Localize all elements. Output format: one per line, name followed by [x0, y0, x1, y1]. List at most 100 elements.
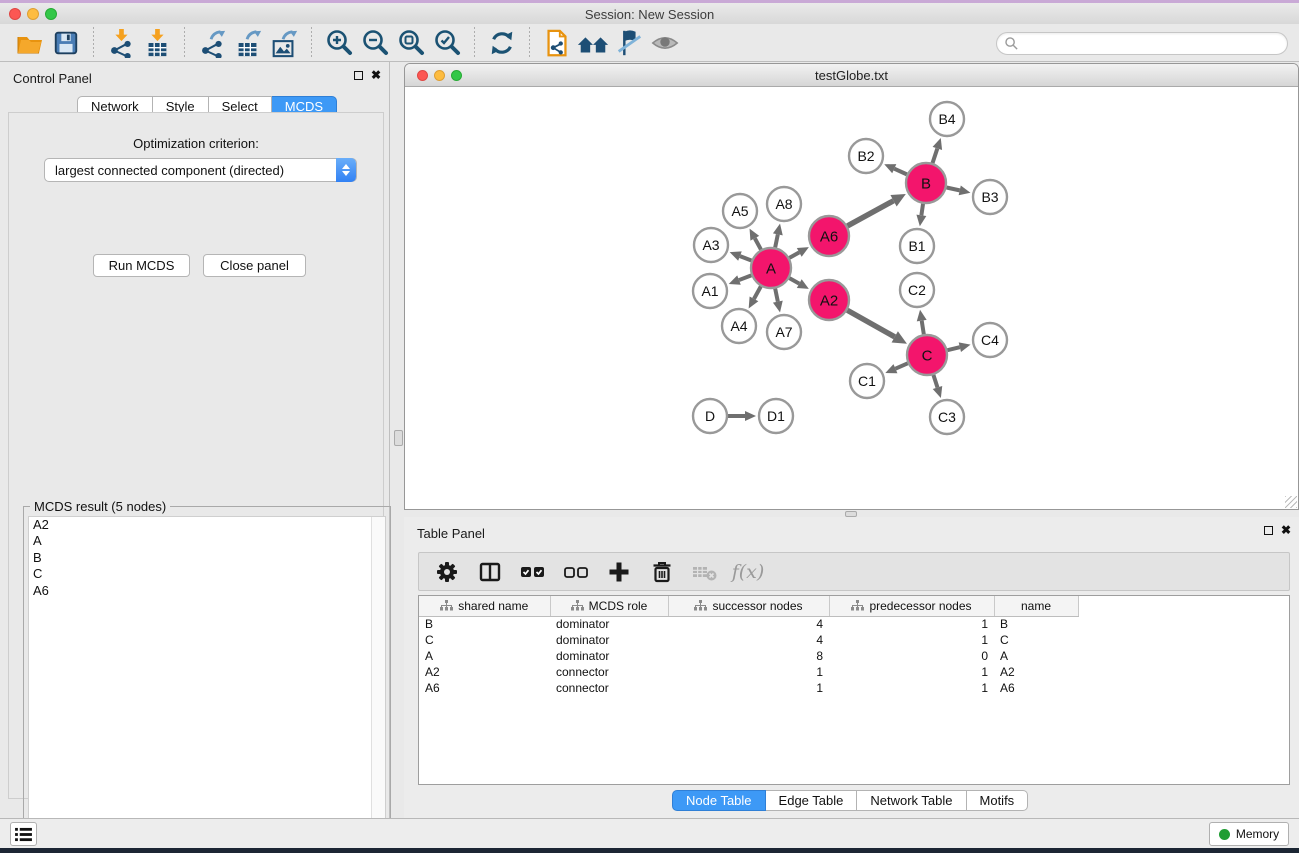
column-header-successor-nodes[interactable]: successor nodes	[668, 596, 829, 616]
edge-A-A7[interactable]	[775, 289, 778, 302]
save-session-icon	[52, 29, 80, 57]
mcds-result-list[interactable]: A2ABCA6	[28, 516, 386, 844]
column-header-name[interactable]: name	[994, 596, 1078, 616]
close-table-panel-icon[interactable]: ✖	[1281, 525, 1291, 536]
graphics-details-button[interactable]	[611, 26, 647, 60]
result-list-item[interactable]: B	[29, 550, 385, 566]
edge-A-A2[interactable]	[789, 278, 799, 283]
edge-B-B1[interactable]	[921, 204, 923, 216]
result-list-scrollbar[interactable]	[371, 517, 385, 843]
edge-A6-B[interactable]	[847, 201, 893, 226]
table-tab-edge-table[interactable]: Edge Table	[766, 790, 858, 811]
edge-C-C2[interactable]	[922, 321, 924, 335]
delete-column-button[interactable]	[648, 558, 676, 586]
node-label-D1: D1	[767, 408, 785, 424]
search-input[interactable]	[1019, 35, 1287, 53]
edge-B-B3[interactable]	[947, 187, 960, 190]
new-network-from-selection-button[interactable]	[539, 26, 575, 60]
float-panel-icon[interactable]	[354, 71, 363, 80]
export-image-icon	[269, 28, 299, 58]
control-panel-title: Control Panel	[13, 71, 92, 86]
refresh-button[interactable]	[484, 26, 520, 60]
zoom-in-button[interactable]	[321, 26, 357, 60]
export-image-button[interactable]	[266, 26, 302, 60]
task-history-button[interactable]	[10, 822, 37, 846]
node-label-B2: B2	[857, 148, 874, 164]
table-cell: 1	[829, 616, 994, 632]
home-button[interactable]	[575, 26, 611, 60]
edge-B-B2[interactable]	[894, 169, 907, 175]
edge-C-C4[interactable]	[947, 347, 959, 350]
dropdown-stepper-icon	[336, 158, 356, 182]
export-network-button[interactable]	[194, 26, 230, 60]
edge-A-A4[interactable]	[754, 286, 761, 298]
add-column-button[interactable]	[605, 558, 633, 586]
network-window-titlebar[interactable]: testGlobe.txt	[405, 64, 1298, 87]
result-list-item[interactable]: C	[29, 566, 385, 582]
column-header-predecessor-nodes[interactable]: predecessor nodes	[829, 596, 994, 616]
node-label-C2: C2	[908, 282, 926, 298]
run-mcds-button[interactable]: Run MCDS	[93, 254, 190, 277]
edge-A2-C[interactable]	[847, 310, 894, 337]
edge-A-A6[interactable]	[789, 252, 799, 257]
vertical-splitter-grip[interactable]	[394, 430, 403, 446]
table-tab-network-table[interactable]: Network Table	[857, 790, 966, 811]
result-list-item[interactable]: A2	[29, 517, 385, 533]
float-table-panel-icon[interactable]	[1264, 526, 1273, 535]
delete-table-button[interactable]	[691, 558, 719, 586]
memory-label: Memory	[1236, 827, 1279, 841]
table-tab-node-table[interactable]: Node Table	[672, 790, 766, 811]
edge-A-A8[interactable]	[775, 234, 778, 247]
table-tab-motifs[interactable]: Motifs	[967, 790, 1029, 811]
table-row[interactable]: A6connector11A6	[419, 680, 1090, 696]
split-view-button[interactable]	[476, 558, 504, 586]
table-toolbar: f(x)	[418, 552, 1290, 591]
column-header-mcds-role[interactable]: MCDS role	[550, 596, 668, 616]
window-resize-grip[interactable]	[1285, 496, 1297, 508]
edge-C-C3[interactable]	[933, 375, 937, 388]
result-list-item[interactable]: A6	[29, 583, 385, 599]
close-panel-button[interactable]: Close panel	[203, 254, 306, 277]
optimization-criterion-dropdown[interactable]: largest connected component (directed)	[44, 158, 357, 182]
memory-button[interactable]: Memory	[1209, 822, 1289, 846]
table-row[interactable]: Bdominator41B	[419, 616, 1090, 632]
open-session-button[interactable]	[12, 26, 48, 60]
close-panel-icon[interactable]: ✖	[371, 70, 381, 81]
edge-arrowhead	[917, 310, 927, 322]
edge-A-A1[interactable]	[739, 275, 751, 280]
import-table-button[interactable]	[139, 26, 175, 60]
search-field[interactable]	[996, 32, 1288, 55]
edge-B-B4[interactable]	[933, 148, 938, 163]
select-all-button[interactable]	[519, 558, 547, 586]
zoom-out-button[interactable]	[357, 26, 393, 60]
edge-arrowhead	[959, 185, 971, 195]
column-header-shared-name[interactable]: shared name	[419, 596, 550, 616]
edge-C-C1[interactable]	[895, 363, 907, 368]
zoom-fit-button[interactable]	[393, 26, 429, 60]
edge-arrowhead	[730, 251, 742, 260]
table-row[interactable]: Adominator80A	[419, 648, 1090, 664]
zoom-selected-button[interactable]	[429, 26, 465, 60]
table-row[interactable]: Cdominator41C	[419, 632, 1090, 648]
edge-A-A5[interactable]	[755, 238, 761, 249]
network-canvas[interactable]: B4B2BB3A5A8A6A3B1AC2A1A2A4A7C4CC1C3DD1	[405, 87, 1298, 509]
edge-arrowhead	[916, 215, 926, 227]
edge-A-A3[interactable]	[740, 256, 751, 260]
deselect-all-button[interactable]	[562, 558, 590, 586]
edge-arrowhead	[959, 342, 971, 352]
table-cell: A	[419, 648, 550, 664]
eye-button[interactable]	[647, 26, 683, 60]
import-network-button[interactable]	[103, 26, 139, 60]
function-builder-button[interactable]: f(x)	[734, 558, 762, 586]
node-label-B3: B3	[981, 189, 998, 205]
node-table[interactable]: shared name MCDS role successor nodes pr…	[418, 595, 1290, 785]
network-graph[interactable]: B4B2BB3A5A8A6A3B1AC2A1A2A4A7C4CC1C3DD1	[405, 87, 1298, 509]
table-row[interactable]: A2connector11A2	[419, 664, 1090, 680]
export-table-button[interactable]	[230, 26, 266, 60]
table-panel-title: Table Panel	[417, 526, 485, 541]
result-list-item[interactable]: A	[29, 533, 385, 549]
table-settings-button[interactable]	[433, 558, 461, 586]
node-label-B1: B1	[908, 238, 925, 254]
import-table-icon	[142, 28, 172, 58]
save-session-button[interactable]	[48, 26, 84, 60]
